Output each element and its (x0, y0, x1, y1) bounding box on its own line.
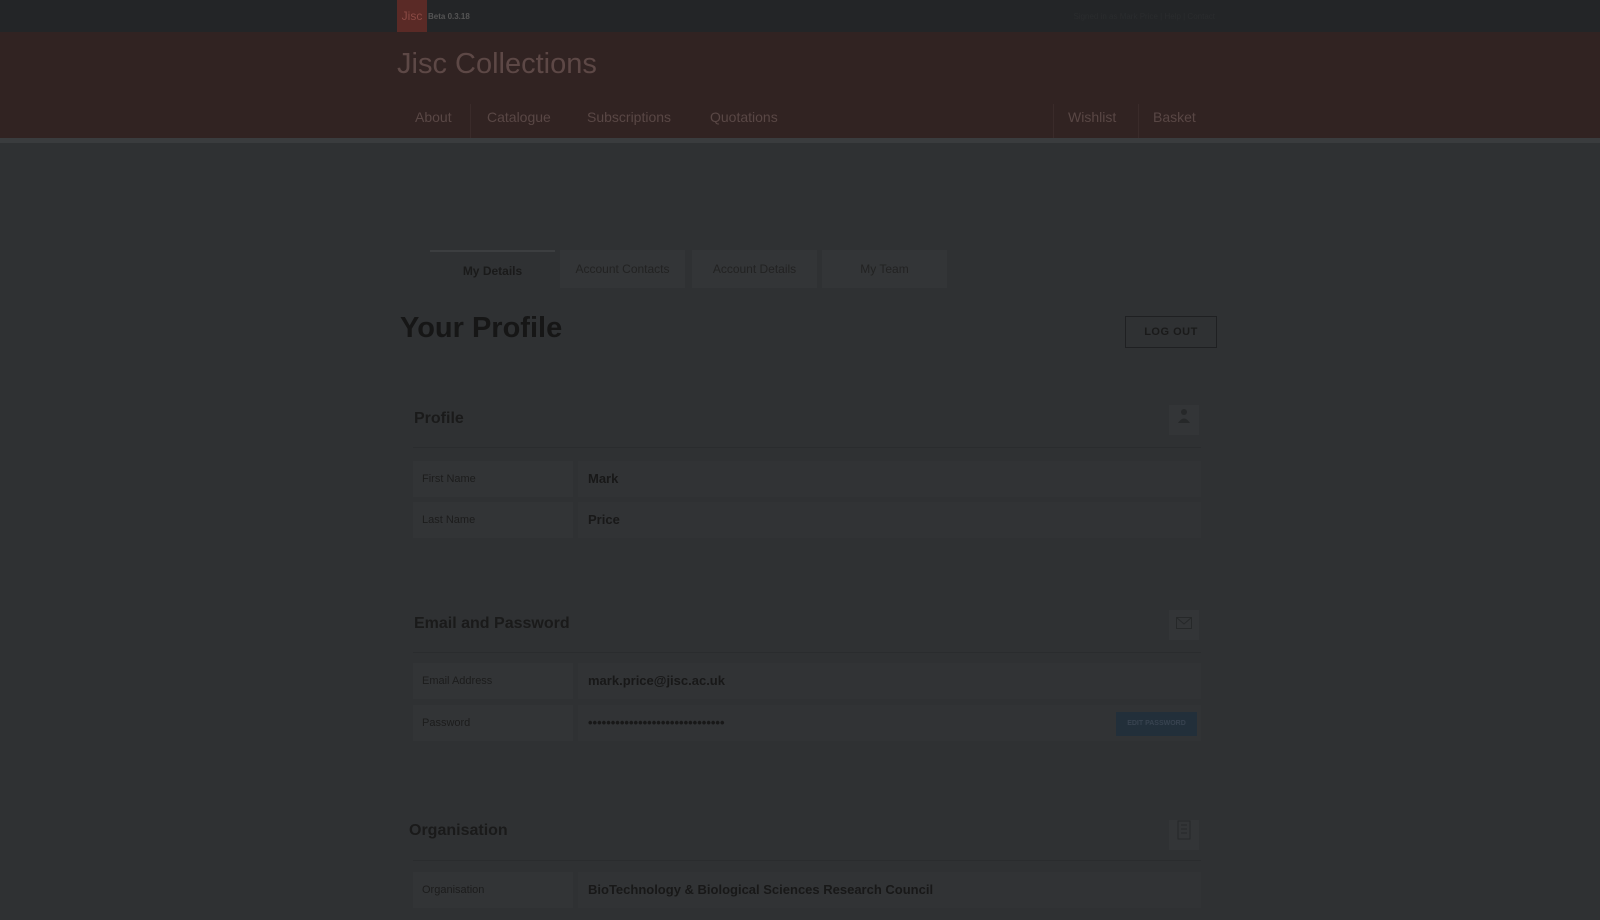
organisation-row: Organisation BioTechnology & Biological … (413, 872, 1201, 908)
nav-subscriptions[interactable]: Subscriptions (587, 109, 671, 125)
organisation-section-title: Organisation (409, 822, 508, 839)
site-brand[interactable]: Jisc Collections (397, 48, 597, 81)
top-links[interactable]: Signed in as Mark Price | Help | Contact (1015, 12, 1215, 21)
tab-account-details[interactable]: Account Details (692, 250, 817, 288)
version-badge: Beta 0.3.18 (428, 12, 470, 21)
nav-basket[interactable]: Basket (1153, 109, 1196, 125)
first-name-value: Mark (578, 461, 1201, 497)
nav-divider (1138, 104, 1139, 138)
section-divider (413, 447, 1201, 448)
tab-my-team[interactable]: My Team (822, 250, 947, 288)
organisation-label: Organisation (413, 872, 573, 908)
nav-about[interactable]: About (415, 109, 452, 125)
email-password-section-title: Email and Password (414, 615, 570, 632)
jisc-logo[interactable]: Jisc (397, 0, 427, 32)
password-label: Password (413, 705, 573, 741)
password-row: Password •••••••••••••••••••••••••••••• (413, 705, 1201, 741)
tab-my-details[interactable]: My Details (430, 250, 555, 288)
email-label: Email Address (413, 663, 573, 699)
email-value: mark.price@jisc.ac.uk (578, 663, 1201, 699)
password-value: •••••••••••••••••••••••••••••• (578, 705, 1201, 741)
user-icon (1169, 405, 1199, 435)
building-icon (1169, 820, 1199, 850)
last-name-label: Last Name (413, 502, 573, 538)
header-divider (0, 138, 1600, 143)
last-name-value: Price (578, 502, 1201, 538)
site-header: Jisc Collections About Catalogue Subscri… (0, 32, 1600, 138)
organisation-value: BioTechnology & Biological Sciences Rese… (578, 872, 1201, 908)
first-name-label: First Name (413, 461, 573, 497)
first-name-row: First Name Mark (413, 461, 1201, 497)
nav-catalogue[interactable]: Catalogue (487, 109, 551, 125)
nav-wishlist[interactable]: Wishlist (1068, 109, 1116, 125)
nav-divider (470, 104, 471, 138)
section-divider (413, 652, 1201, 653)
email-row: Email Address mark.price@jisc.ac.uk (413, 663, 1201, 699)
page-title: Your Profile (400, 312, 563, 344)
profile-section-title: Profile (414, 410, 464, 427)
logout-button[interactable]: LOG OUT (1125, 316, 1217, 348)
nav-quotations[interactable]: Quotations (710, 109, 778, 125)
edit-password-button[interactable]: EDIT PASSWORD (1116, 712, 1197, 736)
section-divider (413, 860, 1201, 861)
last-name-row: Last Name Price (413, 502, 1201, 538)
top-bar: Jisc Beta 0.3.18 Signed in as Mark Price… (0, 0, 1600, 32)
tab-account-contacts[interactable]: Account Contacts (560, 250, 685, 288)
envelope-icon (1169, 610, 1199, 640)
nav-divider (1053, 104, 1054, 138)
